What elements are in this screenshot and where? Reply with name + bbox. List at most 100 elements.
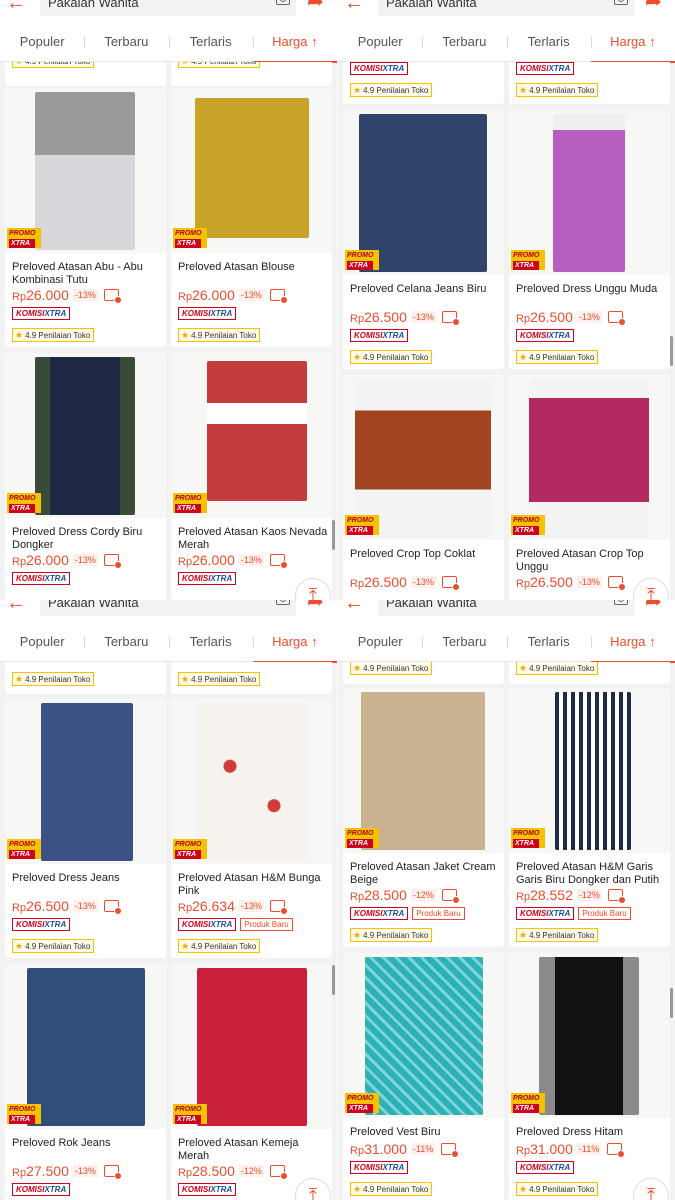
product-photo	[207, 361, 307, 501]
product-card[interactable]: PROMO XTRA Preloved Rok Jeans Rp27.500 -1…	[5, 964, 166, 1200]
scrollbar[interactable]	[332, 965, 335, 995]
star-icon: ★	[353, 1184, 362, 1194]
product-image: PROMO XTRA	[5, 964, 166, 1129]
promo-xtra-badge: PROMO XTRA	[7, 839, 41, 859]
product-photo	[355, 379, 491, 537]
camera-icon[interactable]	[614, 0, 628, 5]
back-arrow-icon[interactable]: ←	[344, 600, 364, 613]
product-card[interactable]: ★4.9 Penilaian Toko	[5, 62, 166, 86]
product-photo	[359, 114, 487, 272]
search-query: Pakaian Wanita	[386, 600, 477, 610]
product-card[interactable]: PROMO XTRA Preloved Dress Unggu Muda Rp26…	[509, 110, 670, 369]
share-icon[interactable]: ➦	[307, 0, 329, 14]
camera-icon[interactable]	[614, 600, 628, 605]
product-card[interactable]: PROMO XTRA Preloved Atasan H&M Bunga Pink…	[171, 699, 332, 958]
search-bar: ← Pakaian Wanita ➦	[338, 600, 675, 622]
product-card[interactable]: PROMO XTRA Preloved Atasan H&M Garis Gari…	[509, 688, 670, 947]
tab-harga[interactable]: Harga ↑	[252, 22, 337, 63]
discount-badge: -13%	[72, 1165, 98, 1177]
promo-xtra-badge: PROMO XTRA	[511, 1093, 545, 1113]
price-row: Rp26.500 -13%	[516, 308, 626, 326]
product-card[interactable]: ★4.9 Penilaian Toko	[509, 662, 670, 684]
tab-terbaru[interactable]: Terbaru	[422, 622, 506, 662]
back-arrow-icon[interactable]: ←	[6, 0, 26, 13]
product-card[interactable]: ★4.9 Penilaian Toko	[343, 662, 504, 684]
promo-xtra-badge: PROMO XTRA	[7, 1104, 41, 1124]
tab-terbaru[interactable]: Terbaru	[84, 22, 168, 62]
promo-xtra-badge: PROMO XTRA	[345, 828, 379, 848]
tab-harga[interactable]: Harga ↑	[252, 622, 337, 663]
product-card[interactable]: PROMO XTRA Preloved Atasan Jaket Cream Be…	[343, 688, 504, 947]
coupon-icon	[441, 1143, 460, 1158]
product-card[interactable]: PROMO XTRA Preloved Dress Cordy Biru Dong…	[5, 353, 166, 600]
promo-xtra-badge: PROMO XTRA	[7, 228, 41, 248]
product-card[interactable]: ★4.9 Penilaian Toko	[5, 662, 166, 694]
product-card[interactable]: PROMO XTRA Preloved Atasan Kemeja Merah R…	[171, 964, 332, 1200]
promo-xtra-badge: PROMO XTRA	[345, 250, 379, 270]
tab-populer[interactable]: Populer	[338, 622, 422, 662]
product-card[interactable]: KOMISIXTRA ★ 4.9 Penilaian Toko	[343, 62, 504, 104]
tab-terbaru[interactable]: Terbaru	[422, 22, 506, 62]
product-card[interactable]: PROMO XTRA Preloved Dress Hitam Rp31.000 …	[509, 953, 670, 1200]
product-card[interactable]: PROMO XTRA Preloved Crop Top Coklat Rp26.…	[343, 375, 504, 600]
share-icon[interactable]: ➦	[645, 0, 667, 14]
search-input[interactable]: Pakaian Wanita	[40, 0, 296, 16]
product-price: Rp26.500	[516, 309, 573, 325]
product-price: Rp28.552	[516, 887, 573, 903]
coupon-icon	[269, 1165, 288, 1180]
tab-terlaris[interactable]: Terlaris	[506, 622, 591, 662]
product-card[interactable]: PROMO XTRA Preloved Atasan Abu - Abu Komb…	[5, 88, 166, 347]
scrollbar[interactable]	[332, 520, 335, 550]
camera-icon[interactable]	[276, 0, 290, 5]
search-input[interactable]: Pakaian Wanita	[40, 600, 296, 616]
tab-terlaris[interactable]: Terlaris	[168, 622, 253, 662]
product-title: Preloved Atasan Kaos Nevada Merah	[178, 526, 328, 551]
tab-terlaris[interactable]: Terlaris	[168, 22, 253, 62]
product-image: PROMO XTRA	[509, 110, 670, 275]
tab-terlaris[interactable]: Terlaris	[506, 22, 591, 62]
product-card[interactable]: PROMO XTRA Preloved Atasan Kaos Nevada Me…	[171, 353, 332, 600]
scrollbar[interactable]	[670, 336, 673, 366]
share-icon[interactable]: ➦	[307, 600, 329, 614]
discount-badge: -13%	[238, 289, 264, 301]
product-card[interactable]: KOMISIXTRA ★ 4.9 Penilaian Toko	[509, 62, 670, 104]
product-card[interactable]: PROMO XTRA Preloved Vest Biru Rp31.000 -1…	[343, 953, 504, 1200]
discount-badge: -13%	[410, 311, 436, 323]
badges: KOMISIXTRA	[12, 1183, 71, 1197]
store-rating-badge: ★4.9 Penilaian Toko	[12, 328, 95, 342]
product-card[interactable]: PROMO XTRA Preloved Atasan Crop Top Unggu…	[509, 375, 670, 600]
product-card[interactable]: ★4.9 Penilaian Toko	[171, 62, 332, 86]
star-icon: ★	[353, 85, 362, 95]
camera-icon[interactable]	[276, 600, 290, 605]
price-row: Rp26.634 -13%	[178, 897, 288, 915]
product-card[interactable]: PROMO XTRA Preloved Atasan Blouse Rp26.00…	[171, 88, 332, 347]
tab-populer[interactable]: Populer	[0, 22, 84, 62]
product-image: PROMO XTRA	[171, 699, 332, 864]
product-title: Preloved Atasan H&M Bunga Pink	[178, 872, 321, 897]
product-title: Preloved Dress Unggu Muda	[516, 283, 658, 295]
search-input[interactable]: Pakaian Wanita	[378, 600, 634, 616]
back-arrow-icon[interactable]: ←	[344, 0, 364, 13]
discount-badge: -13%	[576, 311, 602, 323]
tab-populer[interactable]: Populer	[0, 622, 84, 662]
star-icon: ★	[519, 663, 528, 673]
back-arrow-icon[interactable]: ←	[6, 600, 26, 613]
product-card[interactable]: ★4.9 Penilaian Toko	[171, 662, 332, 694]
product-card[interactable]: PROMO XTRA Preloved Dress Jeans Rp26.500 …	[5, 699, 166, 958]
product-card[interactable]: PROMO XTRA Preloved Celana Jeans Biru Rp2…	[343, 110, 504, 369]
star-icon: ★	[353, 663, 362, 673]
komisi-xtra-badge: KOMISIXTRA	[350, 62, 409, 75]
tab-harga[interactable]: Harga ↑	[590, 22, 675, 63]
share-icon[interactable]: ➦	[645, 600, 667, 614]
product-price: Rp26.500	[350, 574, 407, 590]
komisi-xtra-badge: KOMISIXTRA	[178, 918, 237, 931]
tab-harga[interactable]: Harga ↑	[590, 622, 675, 663]
price-row: Rp31.000 -11%	[516, 1140, 626, 1158]
tab-terbaru[interactable]: Terbaru	[84, 622, 168, 662]
tab-populer[interactable]: Populer	[338, 22, 422, 62]
star-icon: ★	[181, 674, 190, 684]
arrow-up-icon: ⤒	[647, 1185, 655, 1200]
scrollbar[interactable]	[670, 988, 673, 1018]
product-title: Preloved Celana Jeans Biru	[350, 283, 487, 295]
search-input[interactable]: Pakaian Wanita	[378, 0, 634, 16]
